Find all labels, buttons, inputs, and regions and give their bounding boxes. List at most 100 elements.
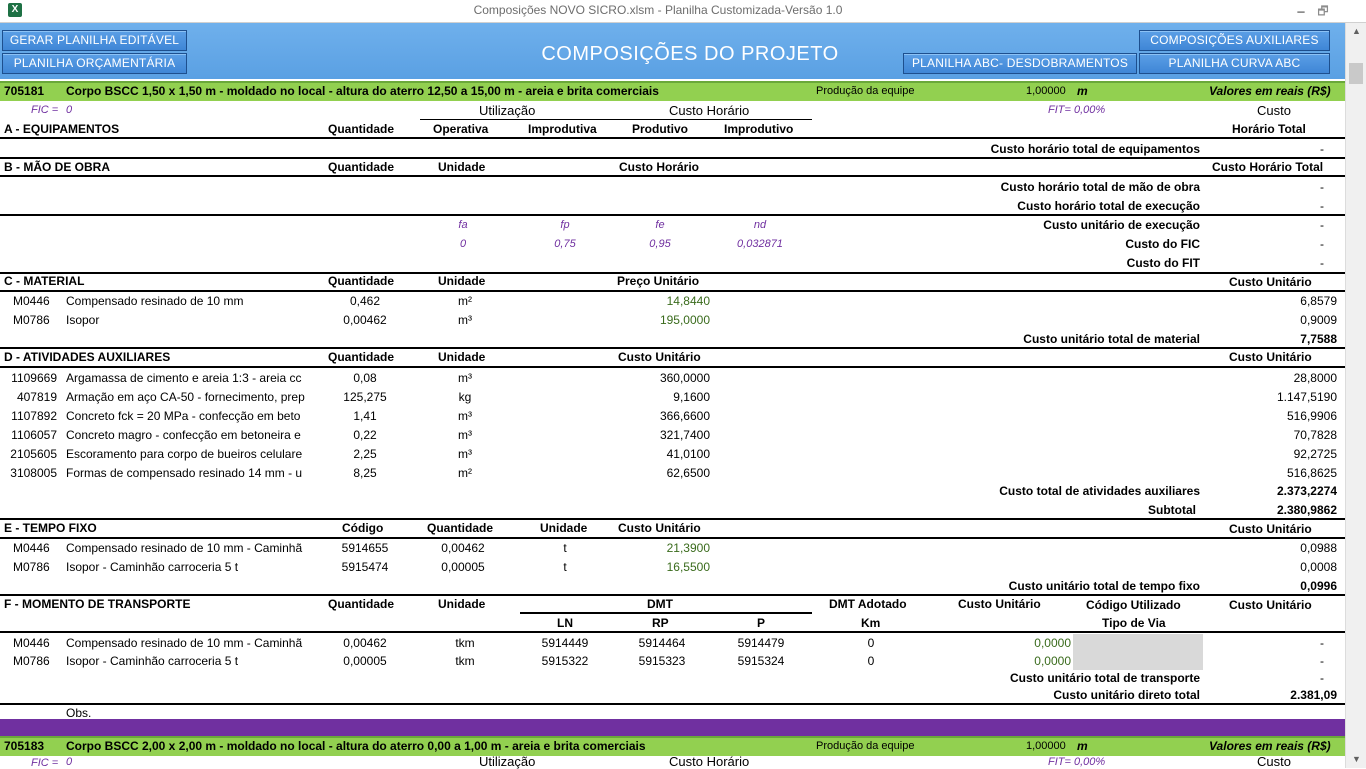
dmt-header: DMT [647,597,673,611]
gerar-planilha-editavel-button[interactable]: GERAR PLANILHA EDITÁVEL [2,30,187,51]
scroll-up-icon[interactable]: ▲ [1346,23,1366,40]
improdutiva-header: Improdutiva [528,122,597,136]
item-unit: m² [458,294,472,308]
fp-label: fp [560,219,570,231]
item-unit: m³ [458,428,472,442]
ln-header: LN [557,616,573,630]
nd-value: 0,032871 [737,238,783,250]
subtotal-label: Subtotal [1148,503,1196,517]
fit-cost-label: Custo do FIT [1126,256,1200,270]
item-unit: m² [458,466,472,480]
scroll-thumb[interactable] [1349,63,1363,84]
fic-label: FIC = [31,757,59,769]
item-unit: m³ [458,313,472,327]
composition-code: 705181 [4,84,45,98]
custo-horario-header: Custo Horário [669,103,750,118]
custo-header: Custo [1257,754,1291,769]
fa-label: fa [458,219,468,231]
item-quantity: 0,08 [353,371,377,385]
p-code: 5914479 [737,636,785,650]
item-unit: t [563,541,567,555]
item-unit: m³ [458,409,472,423]
unidade-header: Unidade [438,160,486,174]
fit-label: FIT= 0,00% [1048,104,1106,116]
item-description: Compensado resinado de 10 mm - Caminhã [66,636,303,650]
item-quantity: 0,00005 [343,654,387,668]
item-cost: 6,8579 [1300,294,1337,308]
produtivo-header: Produtivo [632,122,688,136]
divider [420,119,812,120]
quantidade-header: Quantidade [328,274,395,288]
item-quantity: 1,41 [353,409,377,423]
tipo-via-cells[interactable] [1073,634,1203,670]
dmt-value: 0 [867,654,875,668]
item-cost: 0,9009 [1300,313,1337,327]
vertical-scrollbar[interactable]: ▲ ▼ [1345,23,1366,768]
planilha-orcamentaria-button[interactable]: PLANILHA ORÇAMENTÁRIA [2,53,187,74]
composition-description: Corpo BSCC 1,50 x 1,50 m - moldado no lo… [66,84,659,98]
composicoes-auxiliares-button[interactable]: COMPOSIÇÕES AUXILIARES [1139,30,1330,51]
divider [0,631,1345,633]
composition-code: 705183 [4,739,45,753]
codigo-header: Código [342,521,384,535]
divider [0,703,1345,705]
ln-code: 5914449 [541,636,589,650]
custo-unitario-header: Custo Unitário [618,350,701,364]
item-code: M0446 [13,294,50,308]
custo-unitario-header: Custo Unitário [1229,275,1312,289]
scroll-down-icon[interactable]: ▼ [1346,751,1366,768]
utilizacao-header: Utilização [479,754,536,769]
item-quantity: 2,25 [353,447,377,461]
item-code: M0446 [13,636,50,650]
item-unit: m³ [458,447,472,461]
planilha-curva-abc-button[interactable]: PLANILHA CURVA ABC [1139,53,1330,74]
divider [0,594,1345,596]
item-cost: - [1320,654,1324,668]
nd-label: nd [753,219,767,231]
divider [0,290,1345,292]
p-header: P [757,616,766,630]
page-title: COMPOSIÇÕES DO PROJETO [541,43,839,65]
item-code: 1107892 [11,409,57,423]
item-quantity: 0,00462 [441,541,485,555]
divider [0,157,1345,159]
composition-header-row: 705181 Corpo BSCC 1,50 x 1,50 m - moldad… [0,81,1345,101]
item-code: 407819 [16,390,57,404]
item-description: Isopor - Caminhão carroceria 5 t [66,654,239,668]
planilha-abc-desdobramentos-button[interactable]: PLANILHA ABC- DESDOBRAMENTOS [903,53,1137,74]
unidade-header: Unidade [438,274,486,288]
rp-header: RP [652,616,669,630]
divider [0,214,1345,216]
window-title: Composições NOVO SICRO.xlsm - Planilha C… [473,3,843,17]
execution-total-label: Custo horário total de execução [1017,199,1200,213]
item-description: Escoramento para corpo de bueiros celula… [66,447,303,461]
section-e-title: E - TEMPO FIXO [4,521,97,535]
item-price: 9,1600 [673,390,710,404]
composition-header-row: 705183 Corpo BSCC 2,00 x 2,00 m - moldad… [0,736,1345,756]
item-code-ref: 5915474 [341,560,389,574]
item-price: 41,0100 [666,447,710,461]
ln-code: 5915322 [541,654,589,668]
custo-unitario-header: Custo Unitário [1229,522,1312,536]
restore-button[interactable]: 🗗 [1312,2,1334,18]
custo-horario-total-header: Custo Horário Total [1212,160,1324,174]
equipment-total-value: - [1320,142,1324,156]
production-unit: m [1077,84,1088,98]
minimize-button[interactable]: 🗕 [1290,2,1312,18]
dmt-adotado-header: DMT Adotado [829,597,907,611]
item-code: M0786 [13,560,50,574]
divider [0,518,1345,520]
quantidade-header: Quantidade [328,350,395,364]
fe-value: 0,95 [649,238,671,250]
section-f-title: F - MOMENTO DE TRANSPORTE [4,597,191,611]
item-description: Compensado resinado de 10 mm [66,294,244,308]
production-value: 1,00000 [1026,85,1066,97]
unit-execution-cost-value: - [1320,218,1324,232]
transport-total-label: Custo unitário total de transporte [1009,671,1200,685]
item-code: 3108005 [10,466,57,480]
item-price: 14,8440 [666,294,710,308]
item-price: 62,6500 [666,466,710,480]
unit-execution-cost-label: Custo unitário de execução [1043,218,1200,232]
item-cost: 0,0988 [1300,541,1337,555]
tipo-via-header: Tipo de Via [1102,616,1166,630]
